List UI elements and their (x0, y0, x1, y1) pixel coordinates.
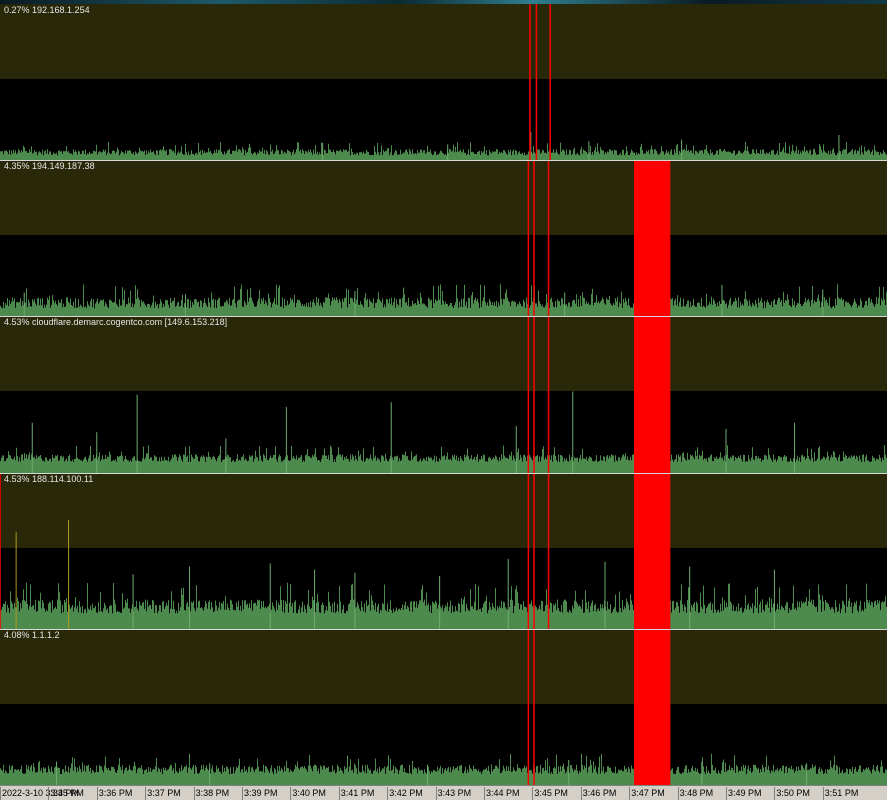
time-tick-label: 3:44 PM (486, 788, 520, 798)
latency-samples (0, 284, 887, 316)
time-tick-label: 3:47 PM (631, 788, 665, 798)
time-tick-label: 3:50 PM (776, 788, 810, 798)
time-tick-label: 3:39 PM (244, 788, 278, 798)
latency-samples (0, 445, 887, 473)
time-tick-label: 3:45 PM (534, 788, 568, 798)
latency-bars (0, 141, 887, 160)
time-tick-label: 3:38 PM (195, 788, 230, 798)
panel-divider (0, 160, 887, 161)
outage-block (634, 629, 671, 785)
time-tick-label: 3:46 PM (582, 788, 617, 798)
panel-divider (0, 629, 887, 630)
host-panel-1[interactable]: 0.27% 192.168.1.254 (0, 4, 887, 160)
latency-graph-4 (0, 473, 887, 629)
host-panel-2[interactable]: 4.35% 194.149.187.38 (0, 160, 887, 316)
ping-plotter-window: 0.27% 192.168.1.254 4.35% 194.149.187.38 4… (0, 0, 887, 800)
time-tick-label: 3:36 PM (98, 788, 133, 798)
time-tick-label: 3:51 PM (824, 788, 859, 798)
threshold-band (0, 160, 887, 235)
time-tick-label: 3:35 PM (50, 788, 84, 798)
time-tick-label: 3:40 PM (292, 788, 326, 798)
panel-divider (0, 316, 887, 317)
outage-block (634, 316, 671, 473)
time-tick-label: 3:37 PM (147, 788, 181, 798)
latency-bars (0, 284, 887, 316)
latency-bars (0, 753, 887, 785)
threshold-band (0, 473, 887, 548)
threshold-band (0, 316, 887, 391)
time-tick-label: 3:49 PM (728, 788, 762, 798)
latency-graph-1 (0, 4, 887, 160)
host-panel-5[interactable]: 4.08% 1.1.1.2 (0, 629, 887, 785)
time-tick-label: 3:43 PM (437, 788, 472, 798)
threshold-band (0, 629, 887, 704)
time-axis[interactable]: 2022-3-10 3:34 PM 3:35 PM 3:36 PM 3:37 PM 3:… (0, 785, 887, 800)
host-panel-4[interactable]: 4.53% 188.114.100.11 (0, 473, 887, 629)
threshold-band (0, 4, 887, 79)
host-panel-3[interactable]: 4.53% cloudflare.demarc.cogentco.com [14… (0, 316, 887, 473)
time-tick-label: 3:41 PM (340, 788, 375, 798)
time-tick-label: 3:42 PM (389, 788, 423, 798)
latency-graph-3 (0, 316, 887, 473)
panel-divider (0, 473, 887, 474)
latency-samples (0, 141, 887, 160)
latency-bars (0, 445, 887, 473)
outage-block (634, 160, 671, 316)
latency-graph-2 (0, 160, 887, 316)
latency-samples (0, 753, 887, 785)
outage-block (634, 473, 671, 629)
latency-graph-5 (0, 629, 887, 785)
time-tick-label: 3:48 PM (679, 788, 714, 798)
